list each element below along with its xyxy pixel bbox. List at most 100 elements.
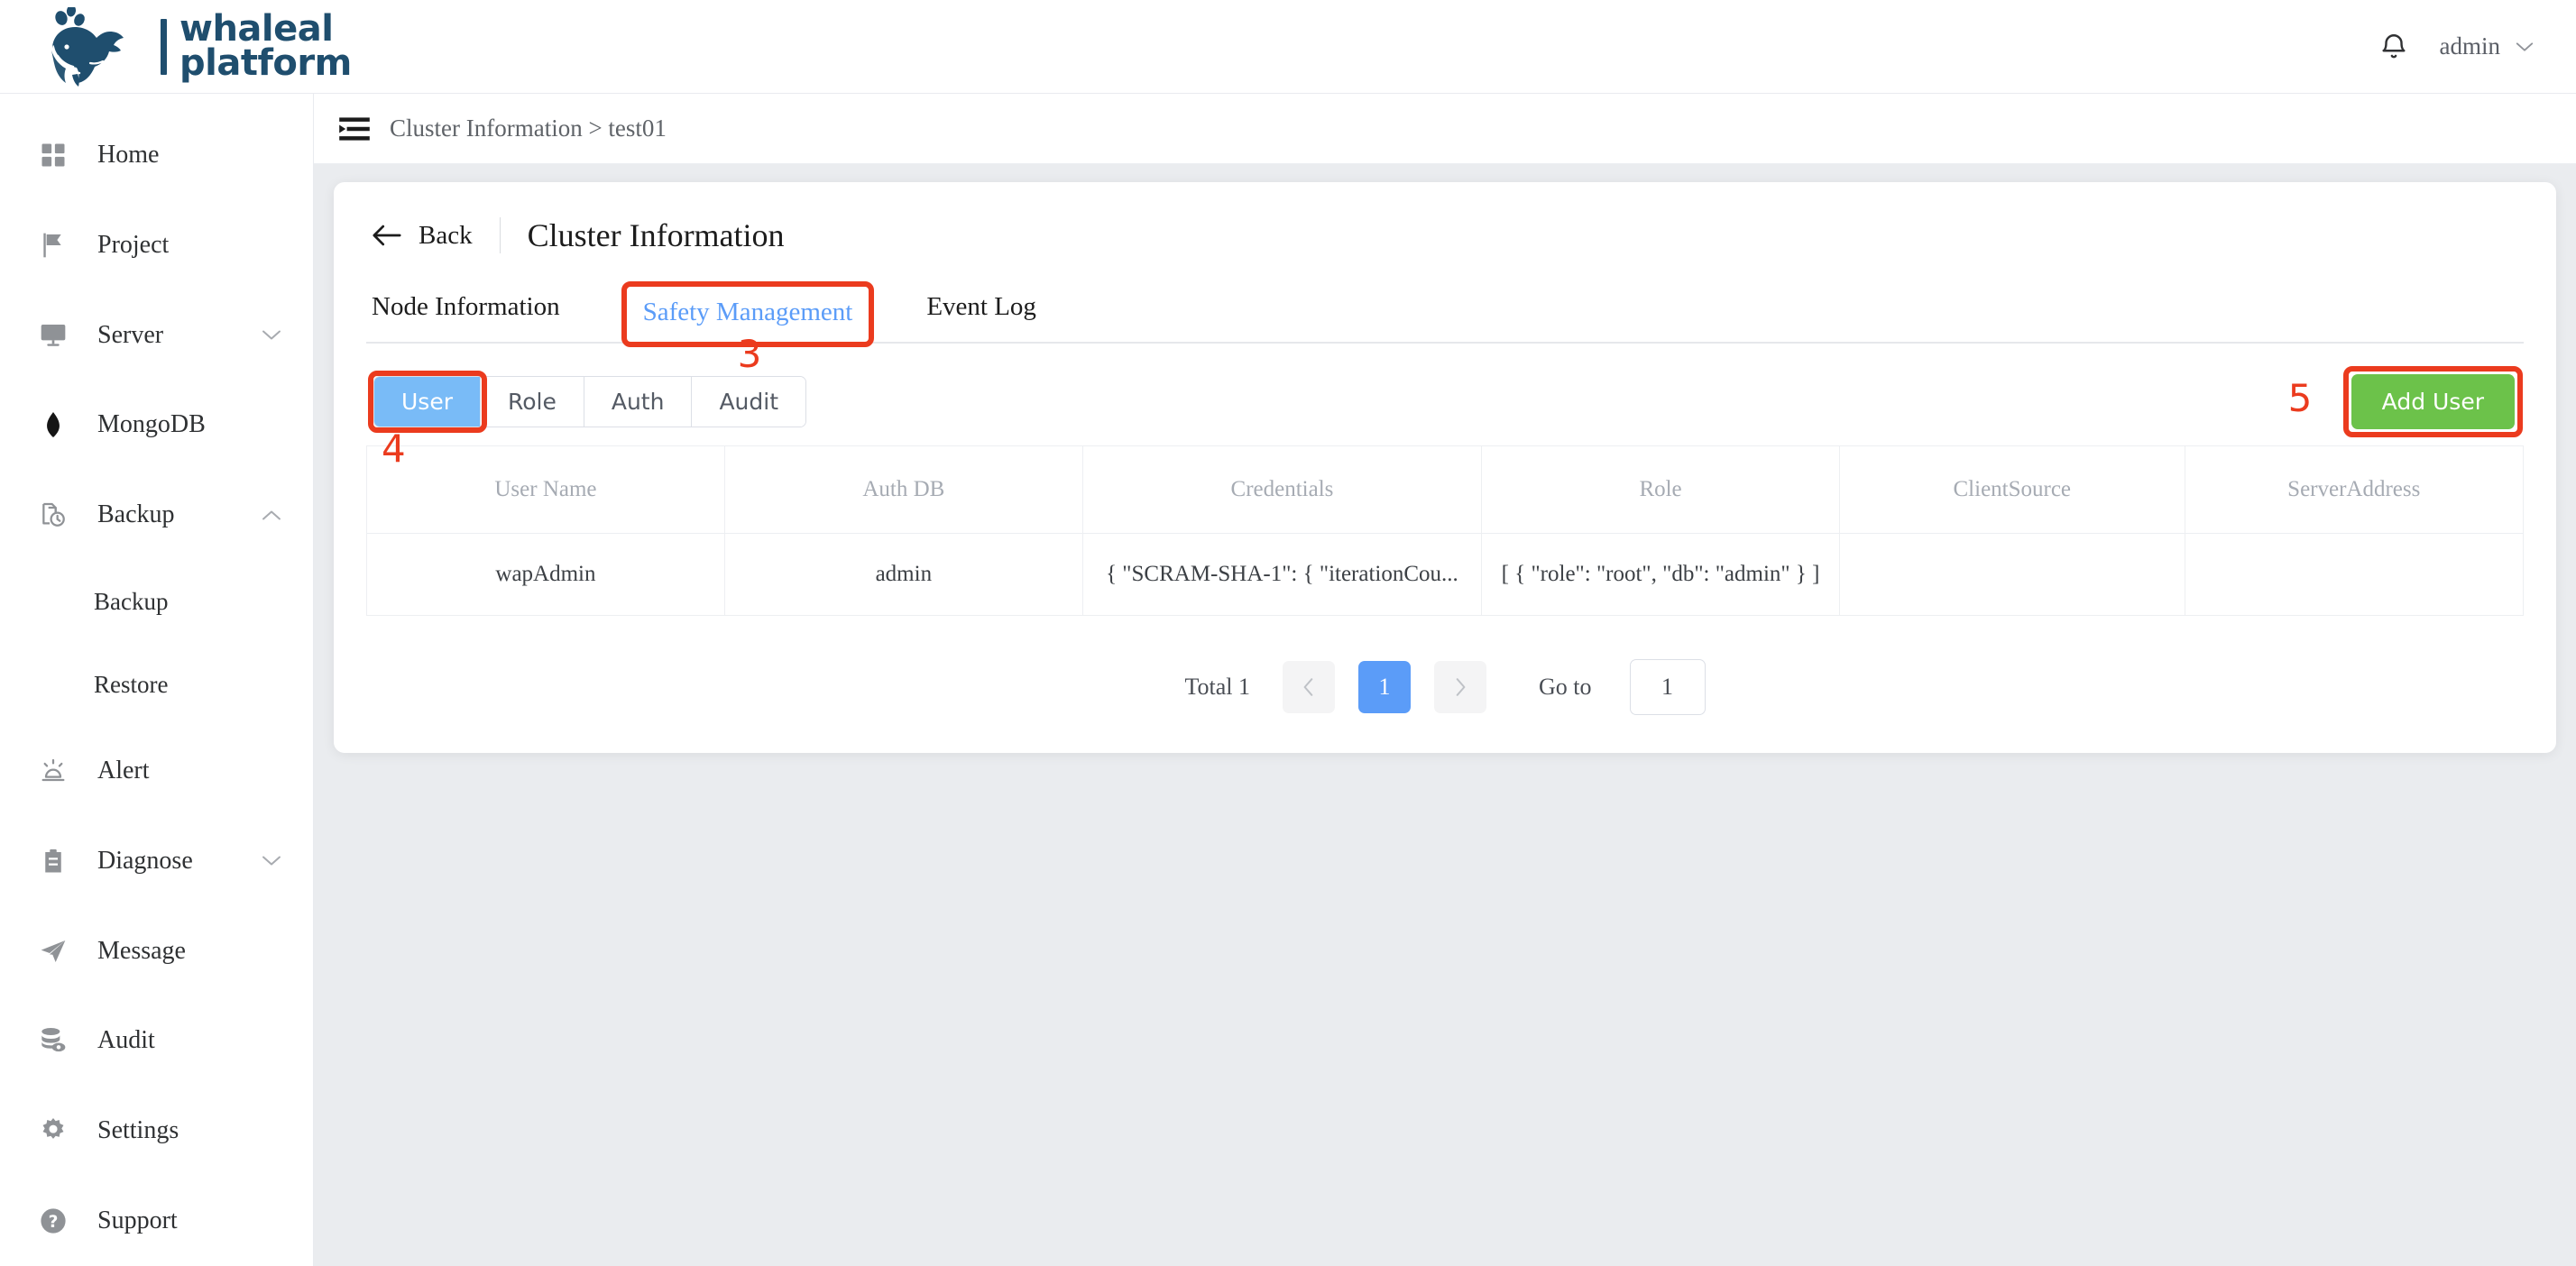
main-area: Cluster Information > test01 Back Cluste… <box>314 94 2576 1266</box>
page-title: Cluster Information <box>527 217 785 253</box>
back-button[interactable]: Back <box>372 221 473 251</box>
sidebar-item-label: Backup <box>97 500 175 529</box>
clipboard-icon <box>34 842 72 880</box>
pagination-prev-button[interactable] <box>1283 661 1336 713</box>
brand-logo[interactable]: whaleal platform <box>0 6 352 87</box>
sidebar-item-label: Audit <box>97 1026 155 1055</box>
monitor-icon <box>34 316 72 354</box>
flag-icon <box>34 226 72 264</box>
cell-client-source <box>1839 533 2185 616</box>
paper-plane-icon <box>34 932 72 970</box>
sidebar: Home Project Server MongoDB Backup Backu… <box>0 94 314 1266</box>
subtab-role[interactable]: Role <box>480 377 584 427</box>
sidebar-item-support[interactable]: ? Support <box>0 1176 313 1266</box>
back-label: Back <box>419 220 473 250</box>
mongodb-leaf-icon <box>34 406 72 444</box>
pagination-goto-label: Go to <box>1539 674 1592 700</box>
body-split: Home Project Server MongoDB Backup Backu… <box>0 94 2576 1266</box>
tab-node-information[interactable]: Node Information <box>372 292 560 342</box>
column-header-user-name: User Name <box>366 445 725 534</box>
header-divider <box>499 217 501 253</box>
sidebar-item-label: Diagnose <box>97 846 193 875</box>
column-header-auth-db: Auth DB <box>724 445 1083 534</box>
subtab-row: User Role Auth Audit Add User <box>366 374 2524 429</box>
subtab-user[interactable]: User <box>374 377 481 427</box>
pagination-page-1[interactable]: 1 <box>1358 661 1412 713</box>
logo-divider <box>161 18 167 75</box>
database-eye-icon <box>34 1022 72 1060</box>
gear-icon <box>34 1112 72 1150</box>
chevron-left-icon <box>1303 678 1313 696</box>
sidebar-item-label: MongoDB <box>97 410 206 439</box>
card-header: Back Cluster Information <box>366 216 2524 254</box>
user-menu[interactable]: admin <box>2440 32 2535 60</box>
breadcrumb: Cluster Information > test01 <box>314 94 2576 164</box>
grid-icon <box>34 136 72 174</box>
cell-role: [ { "role": "root", "db": "admin" } ] <box>1481 533 1840 616</box>
arrow-left-icon <box>373 225 401 246</box>
top-bar-right: admin <box>2378 32 2576 62</box>
cluster-information-card: Back Cluster Information Node Informatio… <box>334 182 2556 753</box>
brand-text: whaleal platform <box>179 7 352 80</box>
cell-auth-db: admin <box>724 533 1083 616</box>
user-name-label: admin <box>2439 32 2501 60</box>
sidebar-item-server[interactable]: Server <box>0 290 313 381</box>
sidebar-subitem-label: Restore <box>94 670 169 698</box>
siren-icon <box>34 752 72 790</box>
collapse-menu-icon[interactable] <box>339 116 370 142</box>
sidebar-item-settings[interactable]: Settings <box>0 1086 313 1176</box>
tab-bar: Node Information Safety Management Event… <box>366 285 2524 344</box>
breadcrumb-text: Cluster Information > test01 <box>390 115 667 142</box>
brand-line-1: whaleal <box>179 7 334 50</box>
cell-credentials: { "SCRAM-SHA-1": { "iterationCou... <box>1082 533 1483 616</box>
sidebar-item-label: Support <box>97 1206 178 1235</box>
top-bar: whaleal platform admin <box>0 0 2576 94</box>
tab-event-log[interactable]: Event Log <box>926 292 1036 342</box>
sidebar-item-diagnose[interactable]: Diagnose <box>0 816 313 906</box>
pagination-total: Total 1 <box>1184 674 1251 700</box>
sidebar-item-label: Home <box>97 140 160 169</box>
subtab-audit[interactable]: Audit <box>692 377 806 427</box>
sidebar-item-label: Message <box>97 936 186 965</box>
sidebar-item-home[interactable]: Home <box>0 110 313 200</box>
column-header-credentials: Credentials <box>1082 445 1483 534</box>
chevron-right-icon <box>1456 678 1466 696</box>
sidebar-item-alert[interactable]: Alert <box>0 726 313 816</box>
table-header-row: User Name Auth DB Credentials Role Clien… <box>366 445 2525 534</box>
tab-safety-management[interactable]: Safety Management <box>625 285 871 344</box>
whale-logo-icon <box>51 6 124 87</box>
sidebar-item-message[interactable]: Message <box>0 906 313 996</box>
column-header-client-source: ClientSource <box>1839 445 2185 534</box>
sidebar-item-label: Project <box>97 230 170 259</box>
svg-text:?: ? <box>49 1213 59 1232</box>
subtab-segmented-control: User Role Auth Audit <box>373 376 807 427</box>
cell-user-name: wapAdmin <box>366 533 725 616</box>
pagination: Total 1 1 Go to <box>366 659 2524 722</box>
user-table: User Name Auth DB Credentials Role Clien… <box>366 445 2525 616</box>
sidebar-subitem-restore[interactable]: Restore <box>0 643 313 726</box>
page-area: Back Cluster Information Node Informatio… <box>314 164 2576 1266</box>
add-user-button[interactable]: Add User <box>2351 374 2515 429</box>
column-header-server-address: ServerAddress <box>2185 445 2525 534</box>
pagination-next-button[interactable] <box>1434 661 1487 713</box>
sidebar-item-label: Server <box>97 320 164 349</box>
sidebar-item-label: Settings <box>97 1116 179 1145</box>
cell-server-address <box>2185 533 2525 616</box>
chevron-down-icon <box>262 330 281 340</box>
sidebar-item-backup[interactable]: Backup <box>0 470 313 560</box>
sidebar-subitem-backup[interactable]: Backup <box>0 560 313 643</box>
sidebar-subitem-label: Backup <box>94 587 169 615</box>
chevron-down-icon <box>2516 41 2534 51</box>
sidebar-item-audit[interactable]: Audit <box>0 995 313 1086</box>
pagination-goto-input[interactable] <box>1629 659 1706 715</box>
table-row[interactable]: wapAdmin admin { "SCRAM-SHA-1": { "itera… <box>366 533 2525 616</box>
chevron-up-icon <box>262 510 281 520</box>
question-circle-icon: ? <box>34 1202 72 1240</box>
bell-icon[interactable] <box>2378 32 2409 62</box>
subtab-auth[interactable]: Auth <box>584 377 693 427</box>
backup-clock-icon <box>34 496 72 534</box>
sidebar-item-mongodb[interactable]: MongoDB <box>0 381 313 471</box>
chevron-down-icon <box>262 856 281 866</box>
sidebar-item-project[interactable]: Project <box>0 200 313 290</box>
app-root: whaleal platform admin Home Project Serv… <box>0 0 2576 1266</box>
